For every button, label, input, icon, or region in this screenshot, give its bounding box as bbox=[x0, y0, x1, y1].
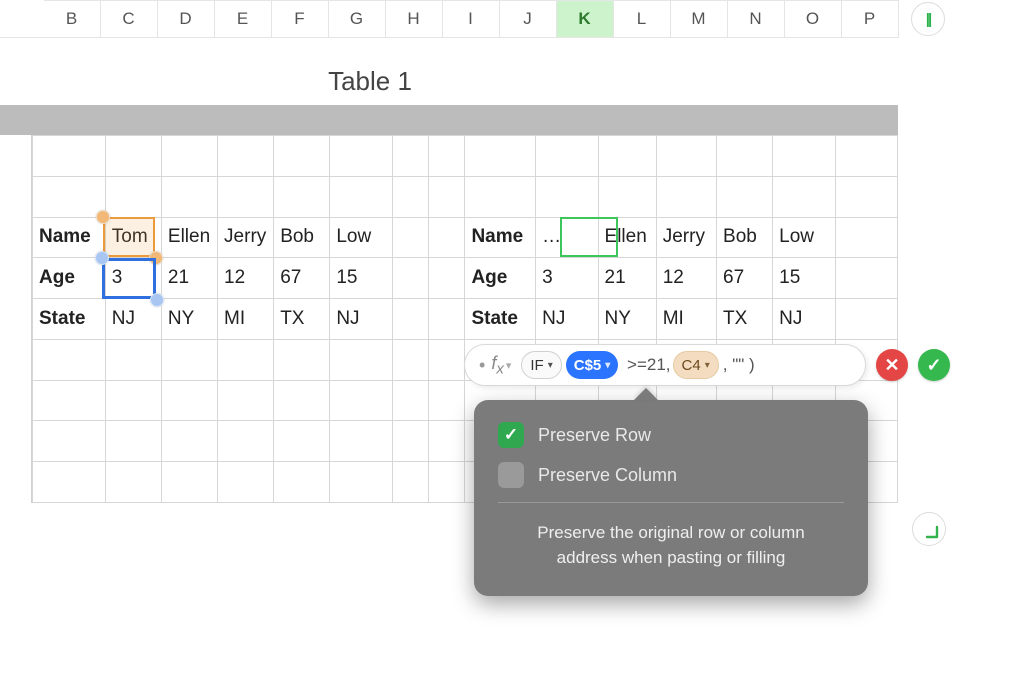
corner-arrow-icon bbox=[924, 524, 940, 540]
ref2-label: C4 bbox=[682, 357, 701, 374]
left-state-3[interactable]: TX bbox=[274, 299, 330, 340]
col-header-N[interactable]: N bbox=[728, 0, 785, 38]
preserve-column-label: Preserve Column bbox=[538, 465, 677, 486]
col-header-G[interactable]: G bbox=[329, 0, 386, 38]
col-header-E[interactable]: E bbox=[215, 0, 272, 38]
checkbox-unchecked-icon[interactable] bbox=[498, 462, 524, 488]
right-age-4[interactable]: 15 bbox=[773, 258, 835, 299]
checkbox-checked-icon[interactable]: ✓ bbox=[498, 422, 524, 448]
close-icon: ✕ bbox=[884, 355, 899, 376]
chevron-down-icon: ▾ bbox=[548, 360, 553, 371]
right-age-3[interactable]: 67 bbox=[717, 258, 773, 299]
column-header-bar: B C D E F G H I J K L M N O P || bbox=[0, 0, 1024, 38]
formula-bullet-icon: • bbox=[479, 355, 485, 376]
ref1-label: C$5 bbox=[574, 357, 602, 374]
hint-line: address when pasting or filling bbox=[498, 546, 844, 571]
formula-text: >=21, bbox=[622, 355, 670, 375]
header-spacer bbox=[0, 0, 44, 38]
left-state-2[interactable]: MI bbox=[218, 299, 274, 340]
right-state-4[interactable]: NJ bbox=[773, 299, 835, 340]
formula-token-ref-c4[interactable]: C4 ▾ bbox=[673, 351, 719, 379]
accept-button[interactable]: ✓ bbox=[918, 349, 950, 381]
left-age-1[interactable]: 21 bbox=[161, 258, 217, 299]
left-name-2[interactable]: Jerry bbox=[218, 217, 274, 258]
formula-text: , "" ) bbox=[723, 355, 755, 375]
right-header-state[interactable]: State bbox=[465, 299, 536, 340]
ref-handle-icon[interactable] bbox=[96, 210, 110, 224]
right-state-0[interactable]: NJ bbox=[536, 299, 598, 340]
col-header-O[interactable]: O bbox=[785, 0, 842, 38]
ref-handle-icon[interactable] bbox=[150, 293, 164, 307]
popover-hint: Preserve the original row or column addr… bbox=[498, 521, 844, 570]
formula-input[interactable]: • fx ▾ IF ▾ C$5 ▾ >=21, C4 ▾ , "" ) bbox=[464, 344, 866, 386]
col-header-P[interactable]: P bbox=[842, 0, 899, 38]
cell-reference-options-popover: ✓ Preserve Row Preserve Column Preserve … bbox=[474, 400, 868, 596]
right-header-age[interactable]: Age bbox=[465, 258, 536, 299]
chevron-down-icon[interactable]: ▾ bbox=[506, 359, 512, 372]
ref-handle-icon[interactable] bbox=[149, 251, 163, 265]
formula-token-if[interactable]: IF ▾ bbox=[521, 351, 561, 379]
right-name-0[interactable]: … bbox=[536, 217, 598, 258]
left-name-1[interactable]: Ellen bbox=[161, 217, 217, 258]
left-header-name[interactable]: Name bbox=[33, 217, 106, 258]
left-header-age[interactable]: Age bbox=[33, 258, 106, 299]
col-header-L[interactable]: L bbox=[614, 0, 671, 38]
left-age-3[interactable]: 67 bbox=[274, 258, 330, 299]
col-header-K[interactable]: K bbox=[557, 0, 614, 38]
if-label: IF bbox=[530, 357, 543, 374]
chevron-down-icon: ▾ bbox=[705, 360, 710, 371]
col-header-I[interactable]: I bbox=[443, 0, 500, 38]
preserve-column-option[interactable]: Preserve Column bbox=[498, 462, 844, 488]
table-title[interactable]: Table 1 bbox=[0, 66, 740, 97]
preserve-row-option[interactable]: ✓ Preserve Row bbox=[498, 422, 844, 448]
formula-editor: • fx ▾ IF ▾ C$5 ▾ >=21, C4 ▾ , "" ) ✕ ✓ bbox=[464, 344, 964, 386]
table-resize-handle[interactable] bbox=[912, 512, 946, 546]
col-header-F[interactable]: F bbox=[272, 0, 329, 38]
right-age-1[interactable]: 21 bbox=[598, 258, 656, 299]
left-state-1[interactable]: NY bbox=[161, 299, 217, 340]
left-age-4[interactable]: 15 bbox=[330, 258, 392, 299]
formula-token-ref-c5[interactable]: C$5 ▾ bbox=[566, 351, 619, 379]
chevron-down-icon: ▾ bbox=[605, 360, 610, 371]
right-name-2[interactable]: Jerry bbox=[656, 217, 716, 258]
fx-x: x bbox=[496, 360, 504, 377]
ref-handle-icon[interactable] bbox=[95, 251, 109, 265]
divider bbox=[498, 502, 844, 503]
col-header-B[interactable]: B bbox=[44, 0, 101, 38]
preserve-row-label: Preserve Row bbox=[538, 425, 651, 446]
right-header-name[interactable]: Name bbox=[465, 217, 536, 258]
row-handle-gutter[interactable] bbox=[0, 135, 32, 503]
table-header-band bbox=[0, 109, 898, 135]
right-name-1[interactable]: Ellen bbox=[598, 217, 656, 258]
add-column-button[interactable]: || bbox=[911, 2, 945, 36]
left-age-2[interactable]: 12 bbox=[218, 258, 274, 299]
cancel-button[interactable]: ✕ bbox=[876, 349, 908, 381]
right-state-1[interactable]: NY bbox=[598, 299, 656, 340]
col-header-J[interactable]: J bbox=[500, 0, 557, 38]
check-icon: ✓ bbox=[926, 355, 941, 376]
col-header-H[interactable]: H bbox=[386, 0, 443, 38]
left-name-3[interactable]: Bob bbox=[274, 217, 330, 258]
right-age-0[interactable]: 3 bbox=[536, 258, 598, 299]
right-name-4[interactable]: Low bbox=[773, 217, 835, 258]
col-header-D[interactable]: D bbox=[158, 0, 215, 38]
right-state-2[interactable]: MI bbox=[656, 299, 716, 340]
fx-icon[interactable]: fx bbox=[491, 353, 504, 378]
right-age-2[interactable]: 12 bbox=[656, 258, 716, 299]
right-name-3[interactable]: Bob bbox=[717, 217, 773, 258]
left-name-4[interactable]: Low bbox=[330, 217, 392, 258]
col-header-M[interactable]: M bbox=[671, 0, 728, 38]
left-header-state[interactable]: State bbox=[33, 299, 106, 340]
col-header-C[interactable]: C bbox=[101, 0, 158, 38]
left-state-4[interactable]: NJ bbox=[330, 299, 392, 340]
right-state-3[interactable]: TX bbox=[717, 299, 773, 340]
hint-line: Preserve the original row or column bbox=[498, 521, 844, 546]
